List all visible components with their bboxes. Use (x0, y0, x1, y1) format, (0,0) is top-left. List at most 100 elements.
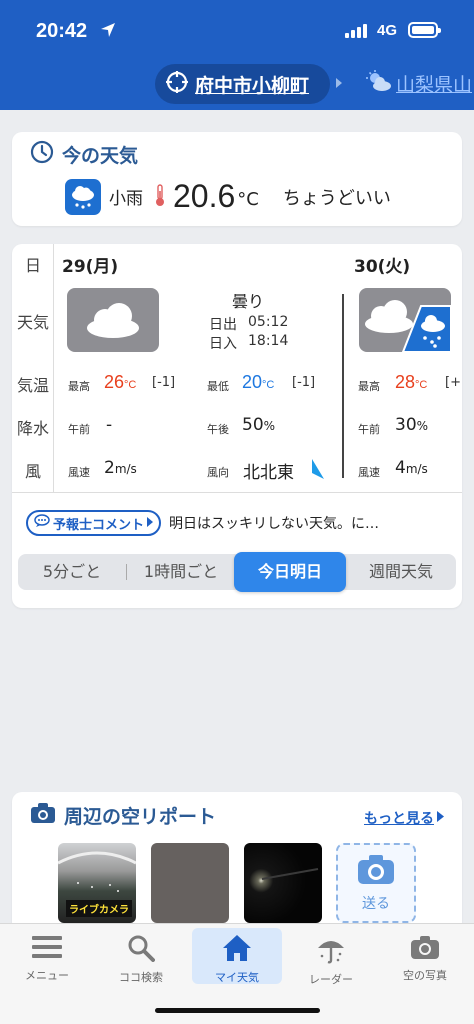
day-separator (342, 294, 344, 478)
caret-right-icon (437, 810, 444, 826)
clock-icon (30, 140, 54, 169)
sunset-label: 日入 (209, 336, 237, 352)
tab-5min[interactable]: 5分ごと (18, 554, 126, 590)
sunrise-label: 日出 (209, 317, 237, 333)
forecaster-comment-text: 明日はスッキリしない天気。に… (169, 516, 380, 532)
temperature-unit: °C (237, 189, 259, 210)
today-date: 29(月) (62, 257, 119, 277)
tab-weekly[interactable]: 週間天気 (346, 554, 456, 590)
today-pm-precip: 50% (242, 415, 276, 435)
signal-icon (345, 24, 367, 38)
comfort-level: ちょうどいい (282, 187, 391, 209)
thermometer-icon (155, 183, 165, 211)
today-high: 26°C (104, 372, 137, 392)
network-type: 4G (377, 22, 398, 39)
tab-hourly[interactable]: 1時間ごと (126, 554, 236, 590)
today-condition: 曇り (232, 292, 265, 311)
send-photo-button[interactable]: 送る (336, 843, 416, 923)
location-arrow-icon (100, 22, 116, 42)
forecaster-comment[interactable]: 予報士コメント 明日はスッキリしない天気。に… (26, 510, 379, 536)
sky-report-title: 周辺の空リポート (64, 806, 217, 828)
tomorrow-high-label: 最高 (358, 380, 380, 393)
tomorrow-am-precip: 30% (395, 415, 429, 435)
nav-sky-photos[interactable]: 空の写真 (380, 928, 470, 984)
nav-sky-photos-label: 空の写真 (403, 969, 447, 982)
today-pm-label: 午後 (207, 423, 229, 436)
next-location-link[interactable]: 山梨県山 (366, 70, 472, 97)
menu-icon (32, 934, 62, 963)
forecast-card: 日 天気 気温 降水 風 29(月) 曇り 日出 05:12 日入 18:14 … (12, 244, 462, 608)
today-wind-speed-label: 風速 (68, 466, 90, 479)
camera-icon (356, 853, 396, 889)
current-temperature: 20.6 (173, 178, 236, 214)
nav-radar[interactable]: レーダー (286, 928, 376, 986)
row-label-weather: 天気 (16, 313, 49, 332)
partly-cloudy-icon (366, 70, 392, 97)
today-wind-dir-label: 風向 (207, 466, 229, 479)
status-time: 20:42 (36, 20, 88, 42)
sunrise-time: 05:12 (248, 314, 289, 330)
app-header: 20:42 4G 府中市小柳町 山梨県山 (0, 0, 474, 110)
today-high-diff: [-1] (152, 375, 176, 390)
forecaster-comment-button[interactable]: 予報士コメント (26, 510, 162, 536)
row-label-wind: 風 (24, 462, 41, 481)
home-icon (222, 934, 252, 965)
today-am-precip: - (106, 415, 113, 435)
tomorrow-am-label: 午前 (358, 423, 380, 436)
nav-my-weather-label: マイ天気 (215, 971, 259, 984)
tomorrow-high-diff: [+ (445, 375, 461, 390)
light-rain-icon (65, 178, 101, 215)
live-camera-tag: ライブカメラ (66, 900, 132, 917)
forecast-range-tabs: 5分ごと 1時間ごと 今日明日 週間天気 (18, 552, 456, 592)
sunset-time: 18:14 (248, 333, 289, 349)
sky-photo-thumbnail[interactable] (244, 843, 322, 923)
see-more-link[interactable]: もっと見る (364, 808, 444, 828)
today-low: 20°C (242, 372, 275, 392)
see-more-label: もっと見る (364, 811, 434, 827)
row-labels: 日 天気 気温 降水 風 (12, 244, 54, 492)
nav-my-weather[interactable]: マイ天気 (192, 928, 282, 984)
search-icon (127, 934, 155, 965)
forecast-divider (12, 492, 462, 493)
sky-report-heading: 周辺の空リポート (30, 802, 216, 829)
home-indicator[interactable] (155, 1008, 320, 1013)
current-weather-row: 小雨 20.6 °C ちょうどいい (65, 178, 391, 215)
umbrella-icon (316, 934, 346, 967)
today-low-diff: [-1] (292, 375, 316, 390)
caret-right-icon (147, 516, 154, 531)
sky-report-card: 周辺の空リポート もっと見る ライブカメラ 送る (12, 792, 462, 932)
current-condition: 小雨 (109, 189, 143, 209)
today-low-label: 最低 (207, 380, 229, 393)
wind-direction-arrow-icon (308, 457, 326, 485)
nav-menu[interactable]: メニュー (2, 928, 92, 984)
today-high-label: 最高 (68, 380, 90, 393)
tomorrow-high: 28°C (395, 372, 428, 392)
row-label-day: 日 (24, 256, 41, 275)
live-camera-thumbnail[interactable]: ライブカメラ (58, 843, 136, 923)
row-label-precip: 降水 (16, 419, 49, 438)
current-weather-title: 今の天気 (62, 145, 139, 167)
location-name: 府中市小柳町 (195, 74, 310, 97)
chevron-right-icon (336, 78, 342, 88)
tomorrow-date: 30(火) (354, 257, 411, 277)
location-target-icon (165, 70, 189, 98)
forecaster-comment-label: 予報士コメント (53, 517, 145, 533)
tomorrow-wind-speed: 4m/s (395, 458, 428, 478)
next-location-name: 山梨県山 (396, 74, 473, 96)
today-am-label: 午前 (68, 423, 90, 436)
cloudy-icon (67, 288, 159, 352)
tab-today-tomorrow[interactable]: 今日明日 (234, 552, 346, 592)
cloudy-then-rain-icon (359, 288, 451, 352)
battery-icon (408, 22, 441, 38)
today-wind-speed: 2m/s (104, 458, 137, 478)
nav-search[interactable]: ココ検索 (96, 928, 186, 984)
sky-photo-thumbnail[interactable] (151, 843, 229, 923)
row-label-temp: 気温 (16, 376, 49, 395)
nav-radar-label: レーダー (309, 973, 353, 986)
nav-search-label: ココ検索 (119, 971, 163, 984)
nav-menu-label: メニュー (25, 969, 69, 982)
status-bar: 20:42 4G (0, 0, 474, 60)
send-label: 送る (362, 896, 390, 912)
current-location-pill[interactable]: 府中市小柳町 (155, 64, 330, 104)
current-weather-card[interactable]: 今の天気 小雨 20.6 °C ちょうどいい (12, 132, 462, 226)
